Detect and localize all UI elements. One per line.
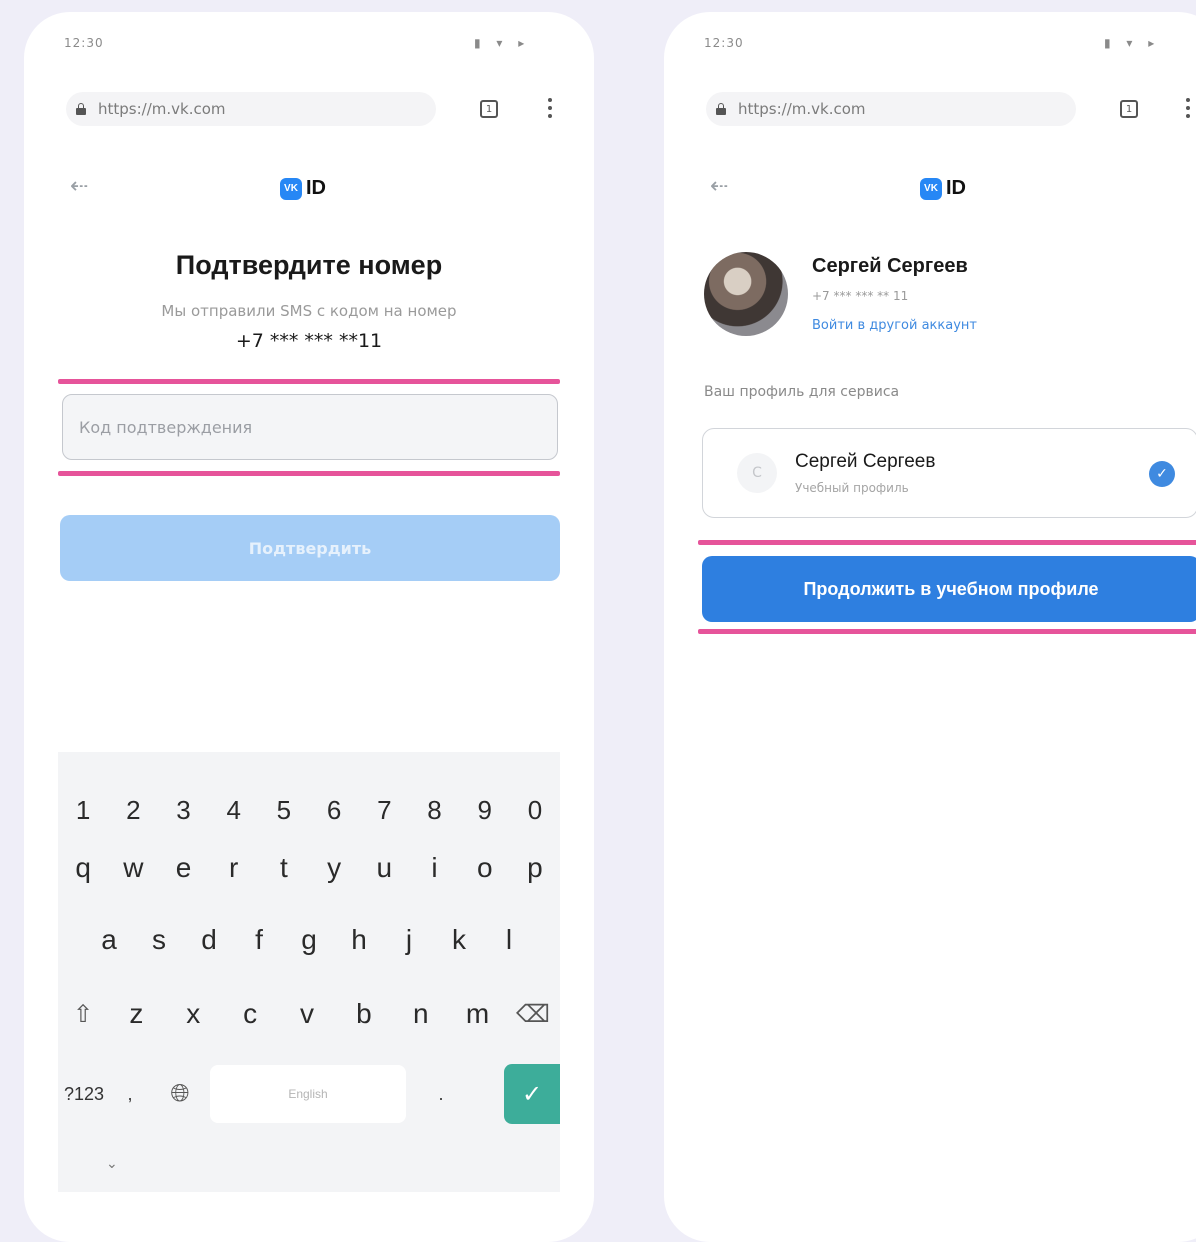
letter-key[interactable]: e <box>158 838 208 898</box>
letter-key[interactable]: p <box>510 838 560 898</box>
letter-key[interactable]: w <box>108 838 158 898</box>
number-key[interactable]: 9 <box>460 780 510 840</box>
letter-key[interactable]: d <box>184 910 234 970</box>
letter-key[interactable]: g <box>284 910 334 970</box>
vk-logo-icon: VK <box>280 177 302 200</box>
hide-keyboard-icon[interactable]: ⌄ <box>106 1156 118 1172</box>
user-phone: +7 *** *** ** 11 <box>812 289 909 303</box>
letter-key[interactable]: r <box>209 838 259 898</box>
virtual-keyboard: 1234567890 qwertyuiop asdfghjkl ⇧ zxcvbn… <box>58 752 560 1192</box>
tabs-icon[interactable]: 1 <box>480 100 498 118</box>
globe-icon[interactable]: 🌐︎ <box>150 1064 210 1124</box>
letter-key[interactable]: b <box>335 982 392 1046</box>
number-key[interactable]: 5 <box>259 780 309 840</box>
number-key[interactable]: 4 <box>209 780 259 840</box>
letter-key[interactable]: l <box>484 910 534 970</box>
letter-key[interactable]: q <box>58 838 108 898</box>
letter-key[interactable]: m <box>449 982 506 1046</box>
letter-key[interactable]: c <box>222 982 279 1046</box>
phone-screen-choose-profile: 12:30 ▮ ▾ ▸ https://m.vk.com 1 ⇠ VK ID С… <box>664 12 1196 1242</box>
url-bar[interactable]: https://m.vk.com <box>706 92 1076 126</box>
status-icons: ▮ ▾ ▸ <box>474 36 531 50</box>
masked-phone-number: +7 *** *** **11 <box>235 330 383 352</box>
url-text: https://m.vk.com <box>738 100 866 118</box>
letter-key[interactable]: a <box>84 910 134 970</box>
letter-key[interactable]: z <box>108 982 165 1046</box>
status-time: 12:30 <box>704 36 744 50</box>
number-key[interactable]: 8 <box>409 780 459 840</box>
keyboard-row-3: ⇧ zxcvbnm ⌫ <box>58 982 560 1046</box>
profile-type: Учебный профиль <box>795 481 909 495</box>
page-subtitle: Мы отправили SMS с кодом на номер <box>161 302 457 320</box>
vk-logo-icon: VK <box>920 177 942 200</box>
profile-avatar: С <box>737 453 777 493</box>
letter-key[interactable]: u <box>359 838 409 898</box>
letter-key[interactable]: o <box>460 838 510 898</box>
vk-id-logo: VK ID <box>920 177 966 200</box>
letter-key[interactable]: t <box>259 838 309 898</box>
number-key[interactable]: 0 <box>510 780 560 840</box>
user-avatar <box>704 252 788 336</box>
vk-id-text: ID <box>306 177 326 199</box>
url-text: https://m.vk.com <box>98 100 226 118</box>
profile-name: Сергей Сергеев <box>795 451 936 472</box>
more-menu-icon[interactable] <box>548 98 552 118</box>
highlight-line-bottom <box>58 471 560 476</box>
letter-key[interactable]: f <box>234 910 284 970</box>
letter-key[interactable]: n <box>392 982 449 1046</box>
number-key[interactable]: 1 <box>58 780 108 840</box>
tabs-icon[interactable]: 1 <box>1120 100 1138 118</box>
number-key[interactable]: 3 <box>158 780 208 840</box>
profile-card[interactable]: С Сергей Сергеев Учебный профиль ✓ <box>702 428 1196 518</box>
status-time: 12:30 <box>64 36 104 50</box>
continue-button[interactable]: Продолжить в учебном профиле <box>702 556 1196 622</box>
letter-key[interactable]: i <box>409 838 459 898</box>
status-icons: ▮ ▾ ▸ <box>1104 36 1161 50</box>
space-key[interactable]: English <box>210 1065 406 1123</box>
back-arrow-icon[interactable]: ⇠ <box>710 174 728 199</box>
letter-key[interactable]: x <box>165 982 222 1046</box>
keyboard-bottom-row: ?123 , 🌐︎ English . ✓ <box>58 1064 560 1124</box>
period-key[interactable]: . <box>406 1064 476 1124</box>
letter-key[interactable]: h <box>334 910 384 970</box>
vk-id-logo: VK ID <box>280 177 326 200</box>
number-key[interactable]: 2 <box>108 780 158 840</box>
letter-key[interactable]: s <box>134 910 184 970</box>
url-bar[interactable]: https://m.vk.com <box>66 92 436 126</box>
back-arrow-icon[interactable]: ⇠ <box>70 174 88 199</box>
letter-key[interactable]: y <box>309 838 359 898</box>
letter-key[interactable]: v <box>279 982 336 1046</box>
letter-key[interactable]: j <box>384 910 434 970</box>
confirm-button[interactable]: Подтвердить <box>60 515 560 581</box>
enter-check-icon[interactable]: ✓ <box>504 1064 560 1124</box>
backspace-icon[interactable]: ⌫ <box>506 982 560 1046</box>
comma-key[interactable]: , <box>110 1064 150 1124</box>
highlight-line-bottom <box>698 629 1196 634</box>
keyboard-number-row: 1234567890 <box>58 780 560 840</box>
phone-screen-confirm-number: 12:30 ▮ ▾ ▸ https://m.vk.com 1 ⇠ VK ID П… <box>24 12 594 1242</box>
highlight-line-top <box>698 540 1196 545</box>
letter-key[interactable]: k <box>434 910 484 970</box>
highlight-line-top <box>58 379 560 384</box>
user-name: Сергей Сергеев <box>812 255 968 277</box>
selected-check-icon: ✓ <box>1149 461 1175 487</box>
profile-section-label: Ваш профиль для сервиса <box>704 384 900 400</box>
confirmation-code-input[interactable] <box>62 394 558 460</box>
number-key[interactable]: 7 <box>359 780 409 840</box>
more-menu-icon[interactable] <box>1186 98 1190 118</box>
number-key[interactable]: 6 <box>309 780 359 840</box>
shift-icon[interactable]: ⇧ <box>58 982 108 1046</box>
switch-account-link[interactable]: Войти в другой аккаунт <box>812 318 977 333</box>
keyboard-row-2: asdfghjkl <box>58 910 560 970</box>
page-title: Подтвердите номер <box>175 250 443 280</box>
lock-icon <box>76 103 86 115</box>
lock-icon <box>716 103 726 115</box>
keyboard-row-1: qwertyuiop <box>58 838 560 898</box>
symbols-key[interactable]: ?123 <box>58 1064 110 1124</box>
vk-id-text: ID <box>946 177 966 199</box>
